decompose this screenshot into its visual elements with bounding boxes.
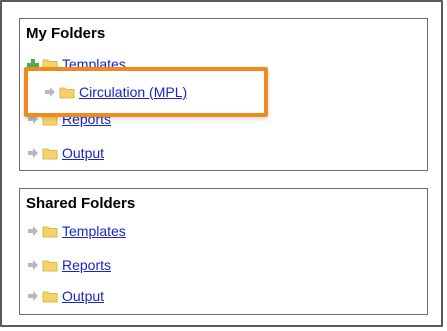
arrow-right-icon[interactable] [27,259,39,271]
folder-icon [42,289,58,303]
my-folders-item-output[interactable]: Output [27,143,104,163]
my-folders-output-link[interactable]: Output [62,145,104,161]
folder-icon [42,258,58,272]
folder-icon [42,224,58,238]
shared-folders-item-reports[interactable]: Reports [27,255,111,275]
my-folders-subitem-circulation[interactable]: Circulation (MPL) [44,82,187,102]
arrow-right-icon[interactable] [27,290,39,302]
shared-folders-title: Shared Folders [26,195,136,212]
arrow-right-icon[interactable] [44,86,56,98]
folders-container: My Folders Templates Reports Output Shar… [0,0,443,327]
shared-folders-panel: Shared Folders Templates Reports Output [19,188,428,315]
shared-folders-templates-link[interactable]: Templates [62,223,126,239]
shared-folders-item-output[interactable]: Output [27,286,104,306]
circulation-mpl-link[interactable]: Circulation (MPL) [79,84,187,100]
shared-folders-item-templates[interactable]: Templates [27,221,126,241]
folder-icon [59,85,75,99]
folder-icon [42,146,58,160]
arrow-right-icon[interactable] [27,147,39,159]
shared-folders-reports-link[interactable]: Reports [62,257,111,273]
arrow-right-icon[interactable] [27,225,39,237]
my-folders-title: My Folders [26,25,106,42]
highlight-box: Circulation (MPL) [24,67,268,117]
shared-folders-output-link[interactable]: Output [62,288,104,304]
